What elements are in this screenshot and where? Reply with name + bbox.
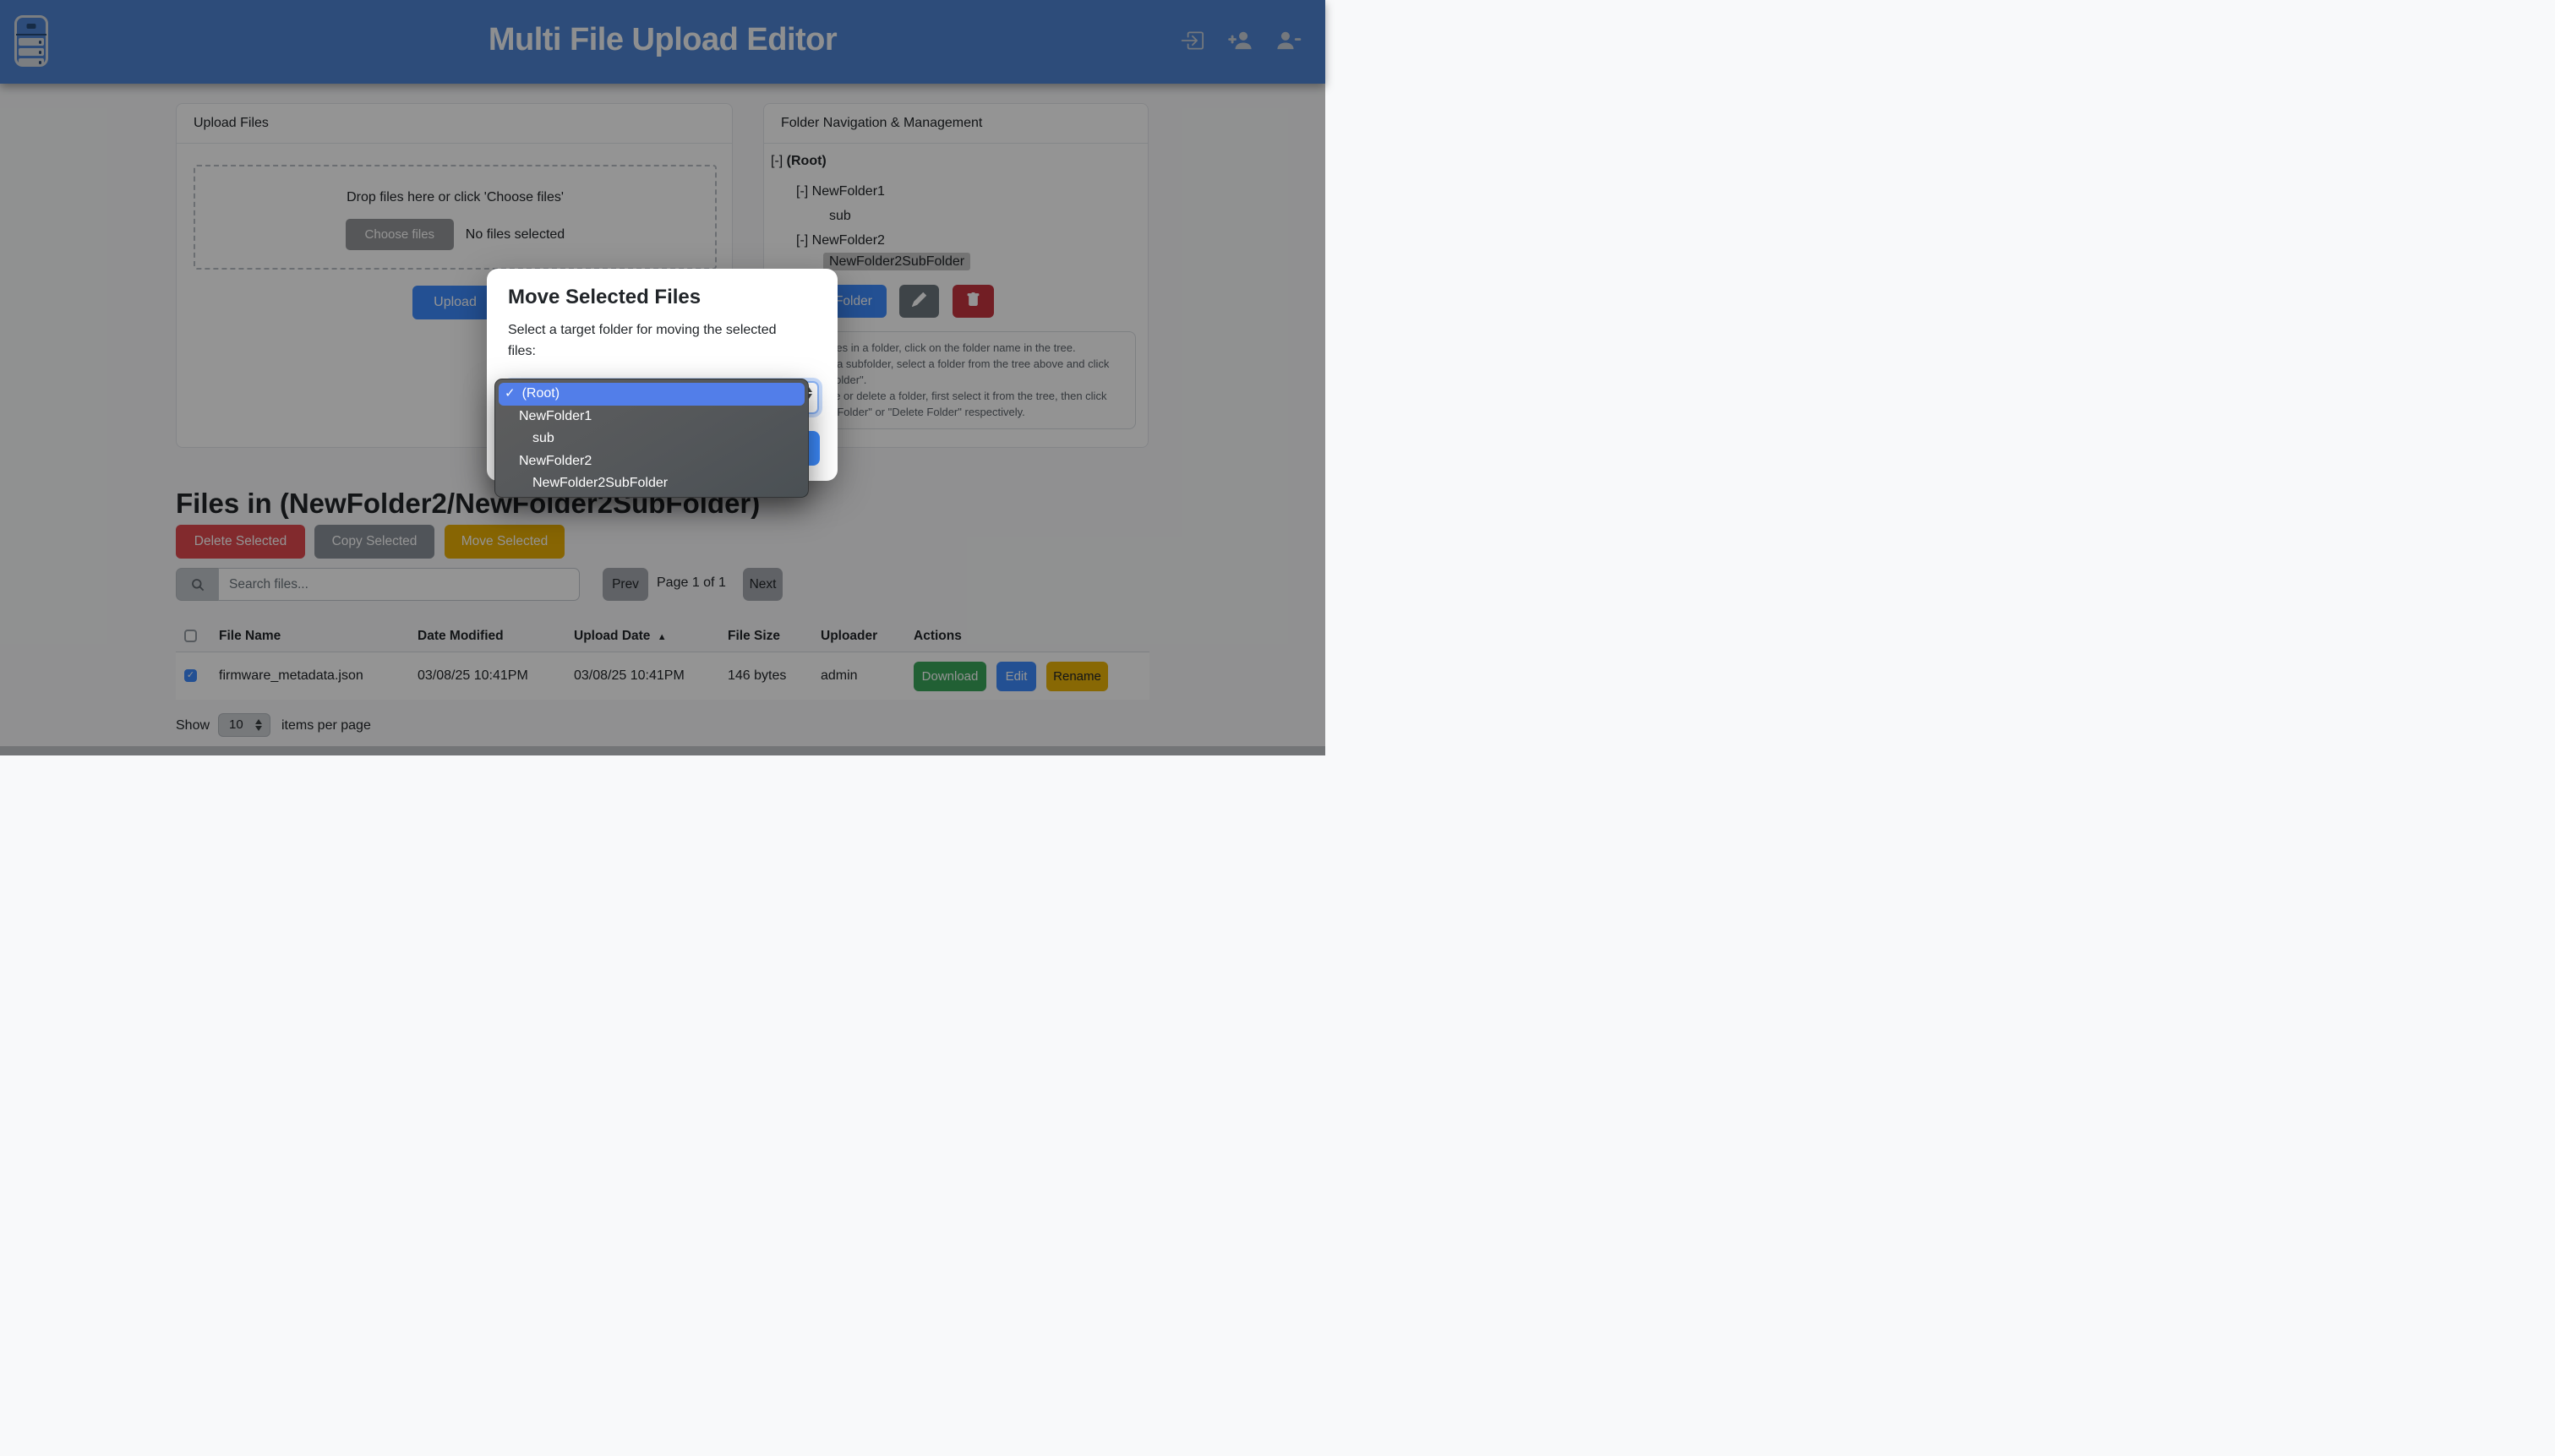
folder-dropdown-popup: ✓ (Root) NewFolder1 sub NewFolder2 NewFo… bbox=[494, 379, 809, 498]
checkmark-icon: ✓ bbox=[505, 383, 516, 406]
dropdown-option-root[interactable]: ✓ (Root) bbox=[499, 383, 805, 406]
dropdown-option-sub[interactable]: sub bbox=[495, 428, 808, 450]
modal-title: Move Selected Files bbox=[508, 286, 701, 309]
dropdown-option-newfolder2[interactable]: NewFolder2 bbox=[495, 450, 808, 473]
modal-description: Select a target folder for moving the se… bbox=[508, 319, 804, 362]
dropdown-option-newfolder1[interactable]: NewFolder1 bbox=[495, 406, 808, 428]
dropdown-option-newfolder2subfolder[interactable]: NewFolder2SubFolder bbox=[495, 472, 808, 495]
